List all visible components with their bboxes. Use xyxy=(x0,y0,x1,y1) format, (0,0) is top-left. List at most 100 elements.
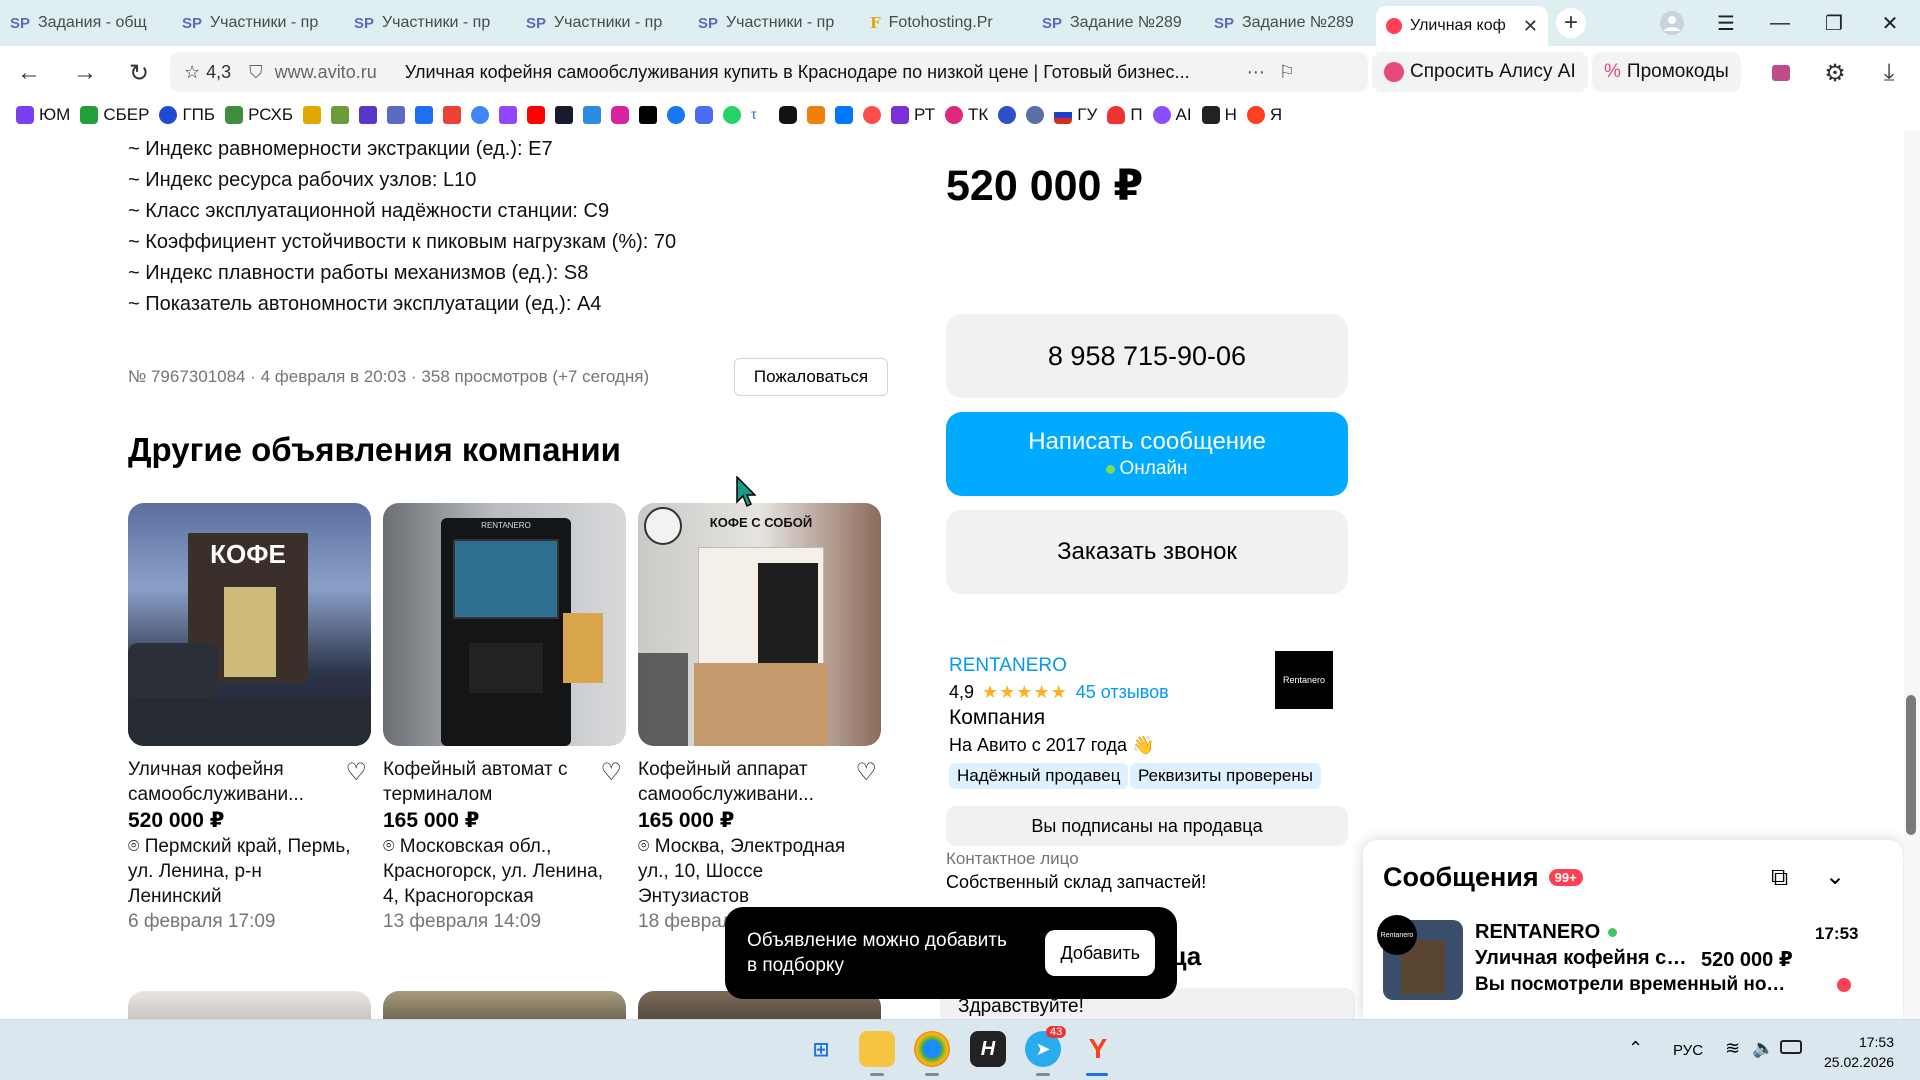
back-icon[interactable]: ← xyxy=(4,48,54,98)
instagram-icon[interactable] xyxy=(611,106,630,124)
yandex-browser-icon[interactable]: Y xyxy=(1080,1031,1116,1067)
bookmark-icon[interactable]: ⚐ xyxy=(1279,62,1295,83)
request-call-button[interactable]: Заказать звонок xyxy=(946,510,1348,594)
h-app-icon[interactable]: H xyxy=(970,1031,1006,1067)
close-window-icon[interactable]: ✕ xyxy=(1862,0,1918,46)
bookmark-icon[interactable] xyxy=(331,106,350,124)
downloads-icon[interactable]: ⤓ xyxy=(1864,48,1914,98)
bookmark-item[interactable]: СБЕР xyxy=(80,105,149,125)
subscribed-button[interactable]: Вы подписаны на продавца xyxy=(946,806,1348,846)
gmail-icon[interactable] xyxy=(443,106,462,124)
seller-name-link[interactable]: RENTANERO xyxy=(949,655,1067,677)
ask-alice-button[interactable]: Спросить Алису AI xyxy=(1372,52,1588,92)
tray-chevron-up-icon[interactable]: ⌃ xyxy=(1628,1038,1643,1059)
promo-button[interactable]: % Промокоды xyxy=(1592,52,1741,92)
listing-title[interactable]: Уличная кофейня самообслуживани... xyxy=(128,757,328,807)
rutube-icon[interactable] xyxy=(555,106,574,124)
facebook-icon[interactable] xyxy=(667,106,686,124)
add-button[interactable]: Добавить xyxy=(1045,930,1155,976)
browser-tab[interactable]: SP Задание №289 xyxy=(1032,0,1204,46)
forward-icon[interactable]: → xyxy=(60,48,110,98)
youtube-icon[interactable] xyxy=(527,106,546,124)
report-button[interactable]: Пожаловаться xyxy=(734,358,888,396)
file-explorer-icon[interactable] xyxy=(859,1031,895,1067)
browser-tab[interactable]: F Fotohosting.Pr xyxy=(860,0,1032,46)
close-tab-icon[interactable]: ✕ xyxy=(1523,16,1538,37)
write-message-button[interactable]: Написать сообщение Онлайн xyxy=(946,412,1348,496)
favorite-heart-icon[interactable]: ♡ xyxy=(855,758,877,787)
favorite-heart-icon[interactable]: ♡ xyxy=(345,758,367,787)
chat-sender[interactable]: RENTANERO xyxy=(1475,921,1618,944)
minimize-icon[interactable]: — xyxy=(1752,0,1808,46)
browser-tab[interactable]: SP Задания - общ xyxy=(0,0,172,46)
bookmark-item[interactable]: Я xyxy=(1246,105,1282,125)
browser-tab[interactable]: SP Задание №289 xyxy=(1204,0,1376,46)
browser-app-icon[interactable] xyxy=(914,1031,950,1067)
bookmark-item[interactable]: РТ xyxy=(891,105,935,125)
bookmark-item[interactable]: ГУ xyxy=(1054,105,1097,125)
listing-card[interactable]: RENTANERO Кофейный автомат с терминалом … xyxy=(383,503,626,932)
restore-icon[interactable]: ❐ xyxy=(1806,0,1862,46)
browser-tab[interactable]: SP Участники - пр xyxy=(172,0,344,46)
shield-icon[interactable]: ⛉ xyxy=(249,62,263,83)
listing-image[interactable] xyxy=(128,991,371,1019)
listing-image[interactable]: КОФЕ xyxy=(128,503,371,746)
bookmark-icon[interactable] xyxy=(998,106,1017,124)
listing-image[interactable] xyxy=(383,991,626,1019)
bookmark-icon[interactable] xyxy=(695,106,714,124)
bookmark-item[interactable]: ЮМ xyxy=(16,105,70,125)
reload-icon[interactable]: ↻ xyxy=(114,48,164,98)
browser-tab[interactable]: SP Участники - пр xyxy=(344,0,516,46)
listing-image[interactable]: КОФЕ С СОБОЙ xyxy=(638,503,881,746)
gallery-icon[interactable] xyxy=(1756,48,1806,98)
tiktok-icon[interactable] xyxy=(639,106,658,124)
bookmark-item[interactable]: AI xyxy=(1152,105,1192,125)
profile-icon[interactable] xyxy=(1644,0,1700,46)
chevron-down-icon[interactable]: ⌄ xyxy=(1825,862,1845,891)
clock[interactable]: 17:53 25.02.2026 xyxy=(1824,1032,1894,1072)
battery-icon[interactable] xyxy=(1780,1040,1802,1054)
bookmark-item[interactable]: ГПБ xyxy=(159,105,215,125)
bookmark-icon[interactable]: τ xyxy=(751,106,770,124)
bookmark-icon[interactable] xyxy=(779,106,798,124)
active-tab[interactable]: Уличная коф ✕ xyxy=(1376,6,1548,46)
ok-icon[interactable] xyxy=(807,106,826,124)
language-indicator[interactable]: РУС xyxy=(1673,1042,1703,1059)
new-tab-button[interactable]: + xyxy=(1556,8,1586,38)
scrollbar-thumb[interactable] xyxy=(1906,695,1916,835)
bookmark-item[interactable]: П xyxy=(1107,105,1143,125)
vk-icon[interactable] xyxy=(835,106,854,124)
listing-card[interactable]: КОФЕ С СОБОЙ Кофейный аппарат самообслуж… xyxy=(638,503,881,932)
address-bar[interactable]: ☆ 4,3 ⛉ www.avito.ru Уличная кофейня само… xyxy=(170,52,1368,92)
twitch-icon[interactable] xyxy=(499,106,518,124)
phone-button[interactable]: 8 958 715-90-06 xyxy=(946,314,1348,398)
mail-icon[interactable] xyxy=(415,106,434,124)
open-external-icon[interactable]: ⧉ xyxy=(1771,864,1788,892)
site-rating[interactable]: ☆ 4,3 xyxy=(184,62,231,83)
reviews-link[interactable]: 45 отзывов xyxy=(1076,682,1169,703)
bookmark-item[interactable]: ТК xyxy=(945,105,988,125)
browser-tab[interactable]: SP Участники - пр xyxy=(516,0,688,46)
verified-details-badge[interactable]: Реквизиты проверены xyxy=(1130,763,1321,789)
extensions-icon[interactable]: ⚙ xyxy=(1810,48,1860,98)
windows-start-icon[interactable]: ⊞ xyxy=(803,1031,839,1067)
bookmark-item[interactable]: РСХБ xyxy=(225,105,293,125)
fotohosting-icon[interactable] xyxy=(303,106,322,124)
browser-tab[interactable]: SP Участники - пр xyxy=(688,0,860,46)
menu-icon[interactable]: ☰ xyxy=(1698,0,1754,46)
favorite-heart-icon[interactable]: ♡ xyxy=(600,758,622,787)
wifi-icon[interactable]: ≋ xyxy=(1725,1038,1740,1059)
scrollbar[interactable] xyxy=(1904,131,1920,1019)
google-icon[interactable] xyxy=(471,106,490,124)
bookmark-icon[interactable] xyxy=(359,106,378,124)
volume-icon[interactable]: 🔈 xyxy=(1752,1038,1774,1059)
bookmark-icon[interactable] xyxy=(1026,106,1045,124)
bookmark-icon[interactable] xyxy=(863,106,882,124)
bookmark-item[interactable]: Н xyxy=(1201,105,1237,125)
more-icon[interactable]: ⋯ xyxy=(1247,62,1265,83)
whatsapp-icon[interactable] xyxy=(723,106,742,124)
listing-title[interactable]: Кофейный автомат с терминалом xyxy=(383,757,583,807)
sp-icon[interactable] xyxy=(387,106,406,124)
bookmark-icon[interactable] xyxy=(583,106,602,124)
listing-image[interactable]: RENTANERO xyxy=(383,503,626,746)
